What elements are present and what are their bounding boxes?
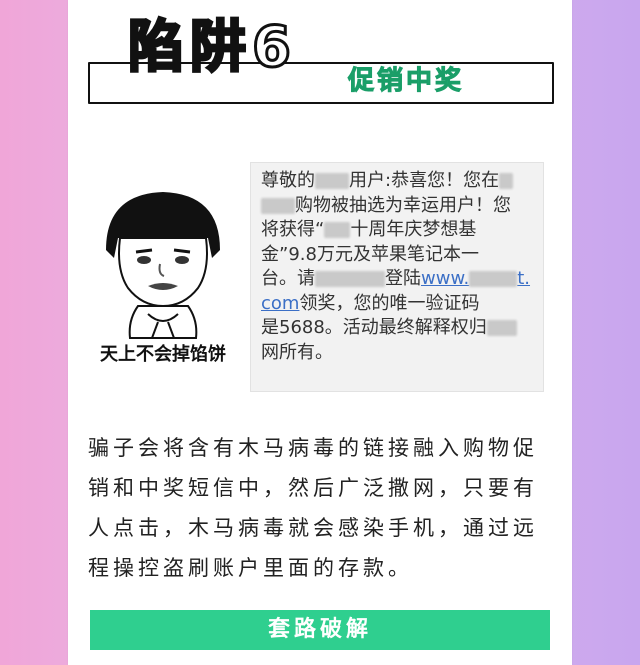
sms-text-part: 金”9.8万元及苹果笔记本一	[261, 243, 479, 265]
sms-text-part: 台。请	[261, 268, 315, 289]
sms-text-part: 用户:恭喜您！您在	[349, 170, 500, 191]
redacted-text	[315, 173, 349, 189]
sms-text-part: 登陆	[385, 268, 421, 289]
phishing-link-tail[interactable]: com	[261, 293, 299, 314]
redacted-text	[469, 271, 518, 287]
explanation-paragraph: 骗子会将含有木马病毒的链接融入购物促销和中奖短信中，然后广泛撒网，只要有人点击，…	[88, 436, 538, 580]
phishing-link[interactable]: www. t.	[421, 268, 530, 289]
solution-button[interactable]: 套路破解	[90, 610, 550, 650]
redacted-text	[499, 173, 514, 189]
sms-message: 尊敬的 用户:恭喜您！您在 购物被抽选为幸运用户！您 将获得“ 十周年庆梦想基 金”…	[250, 162, 544, 392]
redacted-text	[315, 271, 385, 287]
sms-text-part: 将获得“	[261, 219, 325, 240]
link-part: t.	[517, 268, 531, 289]
content-card: 陷阱6 促销中奖 天上不会掉馅饼 尊敬的 用户:恭喜您！您在 购物被抽选为幸运用…	[68, 0, 572, 665]
page-title: 陷阱6	[127, 15, 297, 80]
page-subtitle: 促销中奖	[347, 66, 465, 96]
sms-text-part: 是5688。活动最终解释权归	[261, 317, 487, 338]
mushroom-hair-meme-face-icon	[106, 192, 220, 339]
sms-text: 尊敬的 用户:恭喜您！您在 购物被抽选为幸运用户！您 将获得“ 十周年庆梦想基 金”…	[261, 169, 541, 365]
link-part: www.	[421, 268, 470, 289]
sms-text-part: 尊敬的	[261, 170, 315, 191]
redacted-text	[486, 320, 517, 336]
sms-text-part: 购物被抽选为幸运用户！您	[295, 194, 511, 216]
meme-caption: 天上不会掉馅饼	[100, 344, 226, 365]
sms-text-part: 网所有。	[261, 341, 333, 363]
redacted-text	[324, 222, 351, 238]
redacted-text	[261, 197, 295, 214]
sms-text-part: 十周年庆梦想基	[350, 219, 477, 240]
sms-text-part: 领奖，您的唯一验证码	[299, 292, 480, 314]
meme-image	[88, 180, 238, 360]
